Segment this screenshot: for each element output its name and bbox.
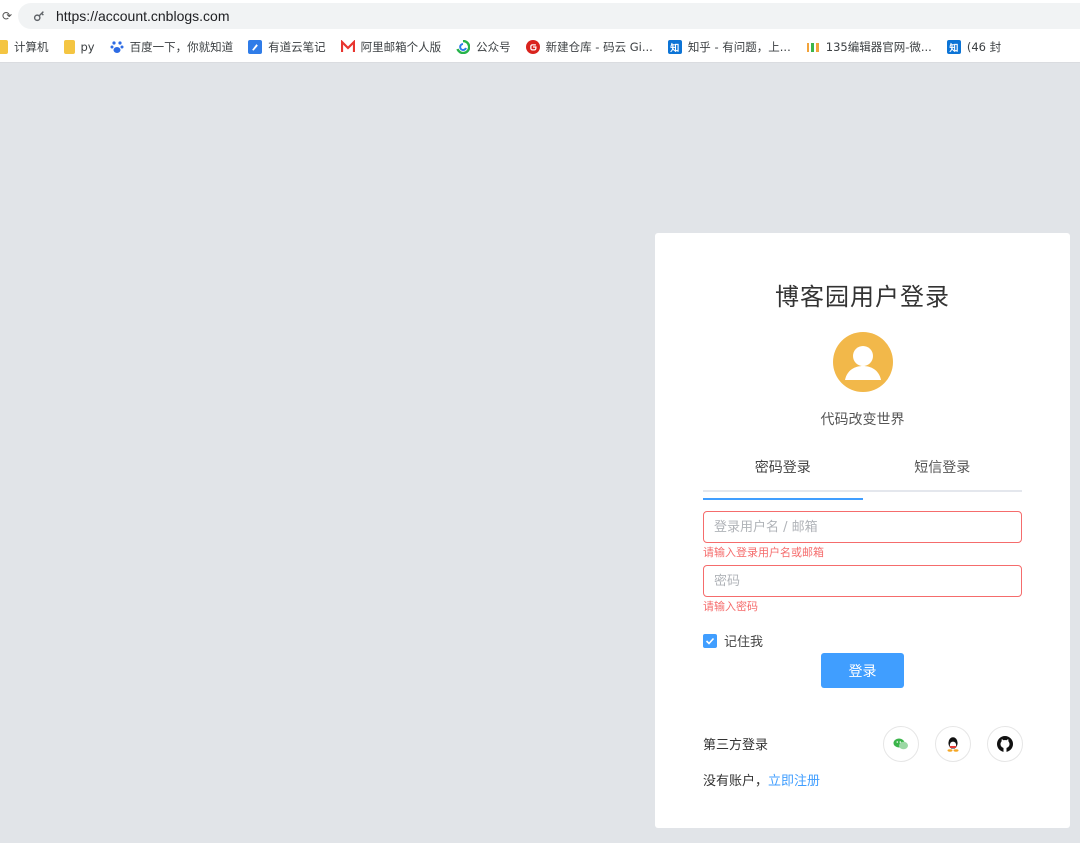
avatar — [833, 332, 893, 392]
checkbox-checked-icon[interactable] — [703, 633, 717, 648]
qq-icon — [947, 737, 959, 752]
remember-me-checkbox[interactable]: 记住我 — [703, 631, 763, 650]
wechat-icon — [893, 738, 908, 750]
wechat-login-button[interactable] — [883, 726, 919, 762]
bookmark-zhihu-2[interactable]: 知 (46 封 — [946, 39, 1001, 55]
login-button[interactable]: 登录 — [821, 653, 904, 688]
login-card: 博客园用户登录 代码改变世界 密码登录 短信登录 请输入登录用户名或邮箱 请输入… — [655, 233, 1070, 828]
page-title: 博客园用户登录 — [775, 283, 950, 311]
bookmark-baidu[interactable]: 百度一下，你就知道 — [110, 39, 233, 55]
bookmark-wechat-mp[interactable]: 公众号 — [456, 39, 511, 55]
gitee-icon — [525, 40, 540, 54]
youdao-note-icon — [248, 40, 263, 54]
login-tabs: 密码登录 短信登录 — [703, 454, 1023, 500]
folder-icon — [63, 40, 75, 54]
register-link[interactable]: 立即注册 — [768, 774, 820, 789]
slogan: 代码改变世界 — [820, 412, 905, 428]
password-input[interactable] — [703, 565, 1022, 597]
baidu-icon — [110, 40, 124, 54]
bookmark-gitee[interactable]: 新建仓库 - 码云 Gi... — [525, 39, 653, 55]
site-info-icon[interactable] — [30, 7, 48, 25]
password-error: 请输入密码 — [703, 600, 758, 613]
remember-me-label: 记住我 — [724, 635, 764, 650]
bookmark-youdao[interactable]: 有道云笔记 — [248, 39, 326, 55]
tab-password-login[interactable]: 密码登录 — [703, 454, 863, 500]
github-icon — [997, 736, 1013, 752]
bookmark-135-editor[interactable]: 135编辑器官网-微... — [806, 39, 932, 55]
tab-sms-login[interactable]: 短信登录 — [863, 454, 1023, 490]
address-bar-row: ⟳ https://account.cnblogs.com — [0, 0, 1080, 32]
bookmark-py[interactable]: py — [63, 40, 95, 54]
register-prompt-text: 没有账户， — [703, 774, 769, 789]
editor-135-icon — [806, 40, 820, 54]
zhihu-icon: 知 — [667, 40, 682, 54]
bookmark-zhihu[interactable]: 知 知乎 - 有问题，上... — [667, 39, 791, 55]
github-login-button[interactable] — [987, 726, 1023, 762]
folder-icon — [0, 40, 8, 54]
qq-login-button[interactable] — [935, 726, 971, 762]
zhihu-icon: 知 — [946, 40, 961, 54]
wechat-mp-icon — [456, 40, 471, 54]
url-text[interactable]: https://account.cnblogs.com — [56, 8, 230, 24]
reload-icon[interactable]: ⟳ — [0, 0, 14, 32]
bookmark-computer[interactable]: 计算机 — [0, 39, 49, 55]
register-prompt: 没有账户，立即注册 — [703, 770, 820, 789]
username-error: 请输入登录用户名或邮箱 — [703, 546, 824, 559]
user-icon — [845, 346, 881, 380]
bookmark-aliyun-mail[interactable]: 阿里邮箱个人版 — [340, 39, 441, 55]
address-bar[interactable]: https://account.cnblogs.com — [17, 3, 1080, 29]
username-input[interactable] — [703, 511, 1022, 543]
bookmarks-bar: 计算机 py 百度一下，你就知道 有道云笔记 阿里邮箱个人版 公众号 新建仓库 … — [0, 32, 1080, 63]
aliyun-mail-icon — [340, 40, 355, 54]
third-party-login-label: 第三方登录 — [703, 738, 769, 753]
